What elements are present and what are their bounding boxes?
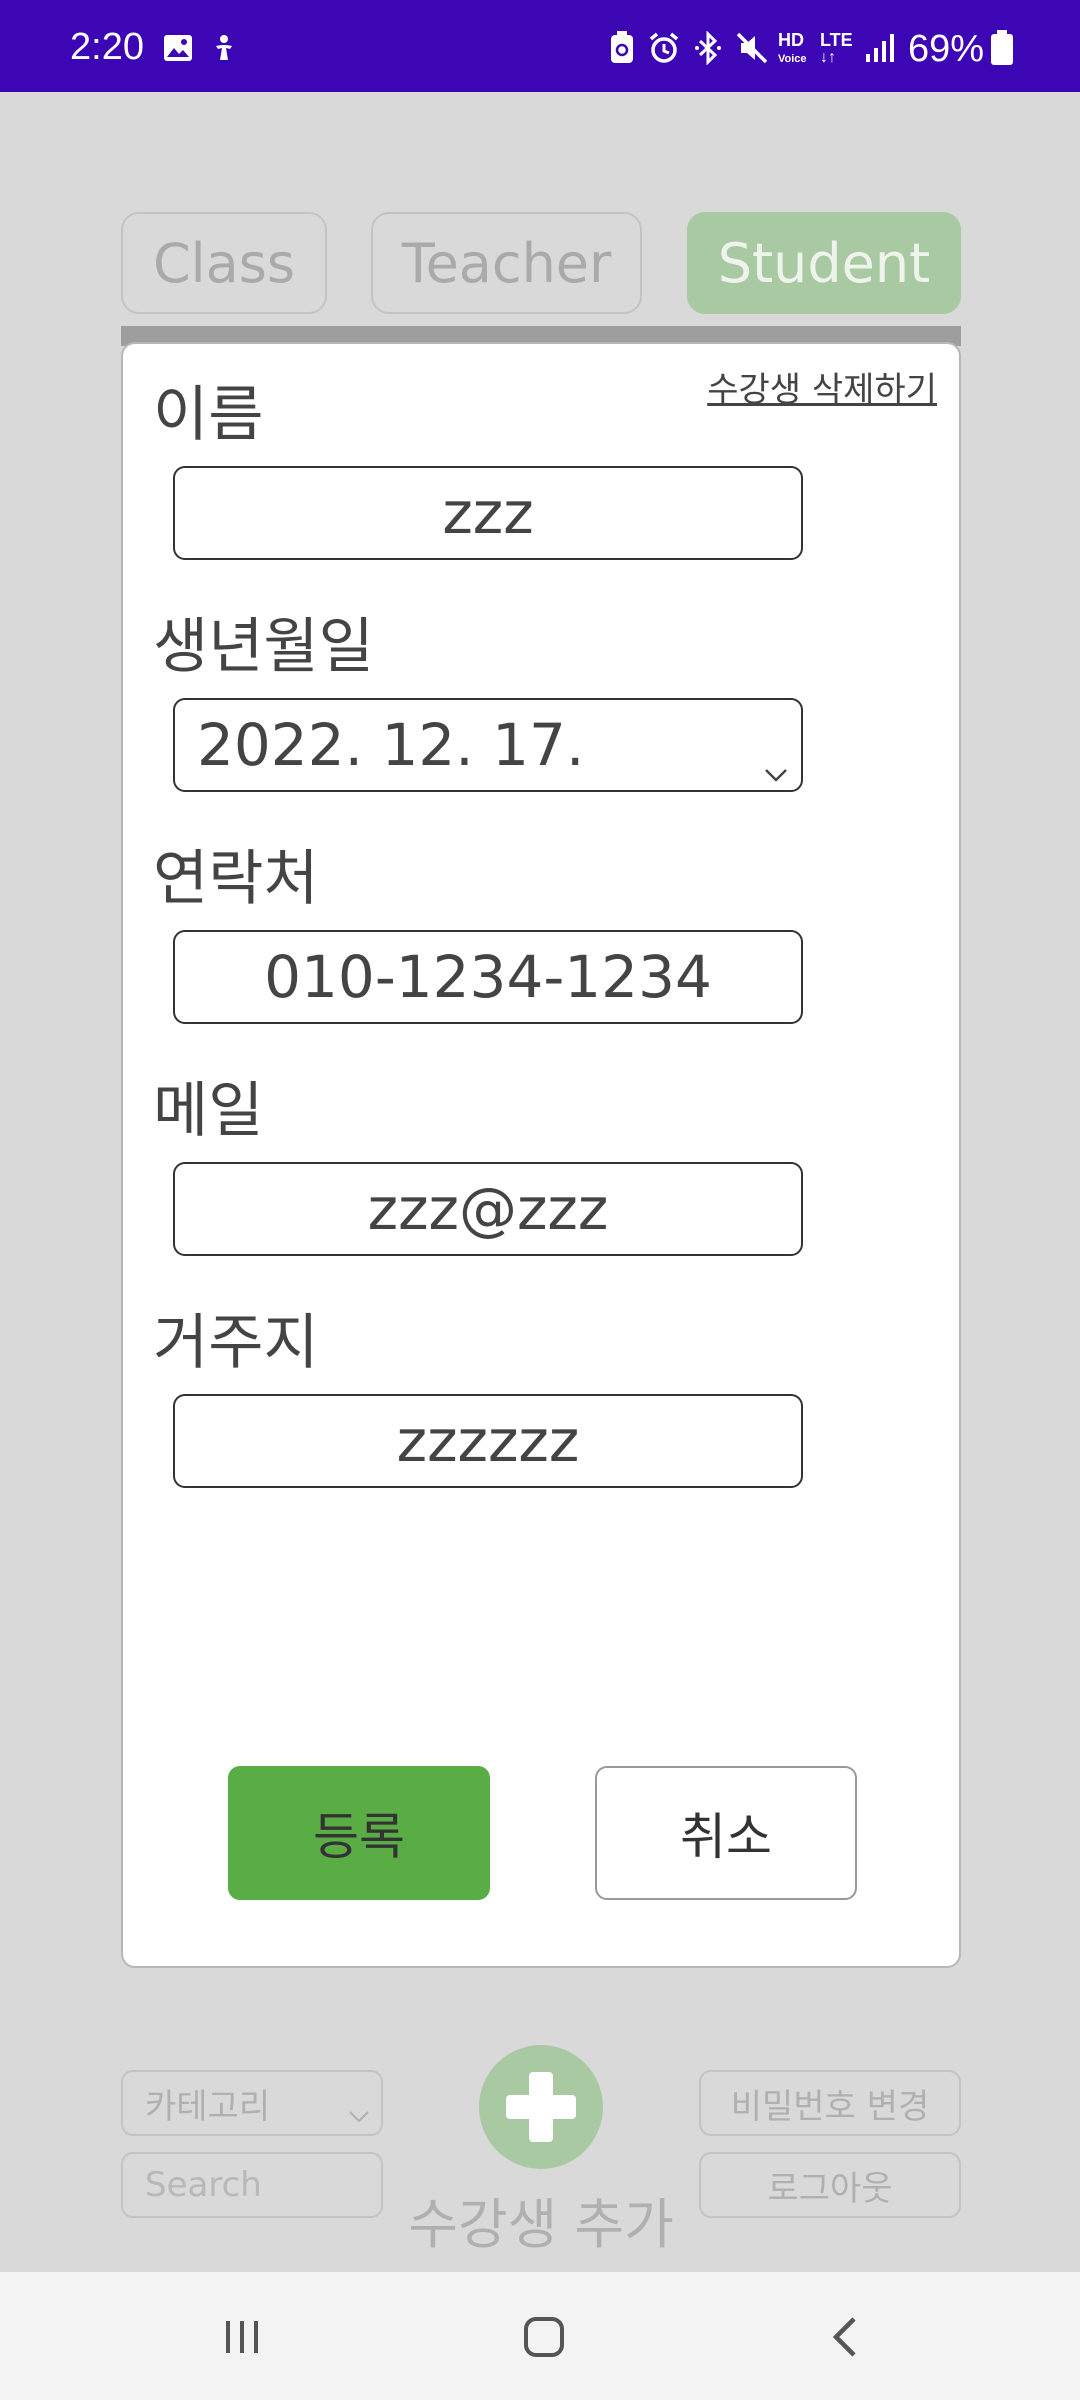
change-password-button[interactable]: 비밀번호 변경 [699,2070,961,2136]
register-button[interactable]: 등록 [228,1766,490,1900]
chevron-down-icon [347,2094,371,2134]
search-input[interactable]: Search [121,2152,383,2218]
image-icon [160,30,196,66]
logout-button[interactable]: 로그아웃 [699,2152,961,2218]
phone-input[interactable]: 010-1234-1234 [173,930,803,1024]
back-icon [832,2317,856,2357]
birthdate-label: 생년월일 [153,612,374,682]
status-bar: 2:20 HD Voice LTE ↓↑ 69% [0,0,1080,92]
recent-apps-button[interactable] [202,2302,282,2372]
address-label: 거주지 [153,1308,319,1378]
tab-student[interactable]: Student [687,212,961,314]
email-label: 메일 [153,1076,264,1146]
tab-class[interactable]: Class [121,212,327,314]
home-icon [524,2317,564,2357]
alarm-icon [646,30,682,66]
name-input[interactable]: zzz [173,466,803,560]
recent-apps-icon [226,2321,258,2353]
address-input[interactable]: zzzzzz [173,1394,803,1488]
navigation-bar [0,2272,1080,2400]
tab-teacher[interactable]: Teacher [371,212,642,314]
category-select-value: 카테고리 [145,2086,271,2127]
mute-icon [734,30,770,66]
back-button[interactable] [806,2302,886,2372]
add-student-label[interactable]: 수강생 추가 [400,2180,682,2259]
name-label: 이름 [153,380,264,450]
status-time: 2:20 [70,26,144,68]
phone-label: 연락처 [153,844,319,914]
add-student-button[interactable] [479,2045,603,2169]
email-input[interactable]: zzz@zzz [173,1162,803,1256]
cancel-button[interactable]: 취소 [595,1766,857,1900]
category-select[interactable]: 카테고리 [121,2070,383,2136]
home-button[interactable] [504,2302,584,2372]
battery-percent: 69% [908,28,985,70]
battery-icon [984,30,1020,66]
plus-icon [506,2072,576,2142]
birthdate-value: 2022. 12. 17. [197,711,585,779]
network-lte: LTE ↓↑ [820,30,853,66]
signal-icon [862,30,898,66]
chevron-down-icon [763,730,789,798]
edit-student-dialog: 수강생 삭제하기 이름 zzz 생년월일 2022. 12. 17. 연락처 0… [121,342,961,1968]
recycle-battery-icon [604,30,640,66]
accessibility-icon [206,30,242,66]
bluetooth-icon [690,30,726,66]
network-hd-voice: HD Voice [778,30,807,65]
delete-student-link[interactable]: 수강생 삭제하기 [707,362,937,411]
birthdate-select[interactable]: 2022. 12. 17. [173,698,803,792]
